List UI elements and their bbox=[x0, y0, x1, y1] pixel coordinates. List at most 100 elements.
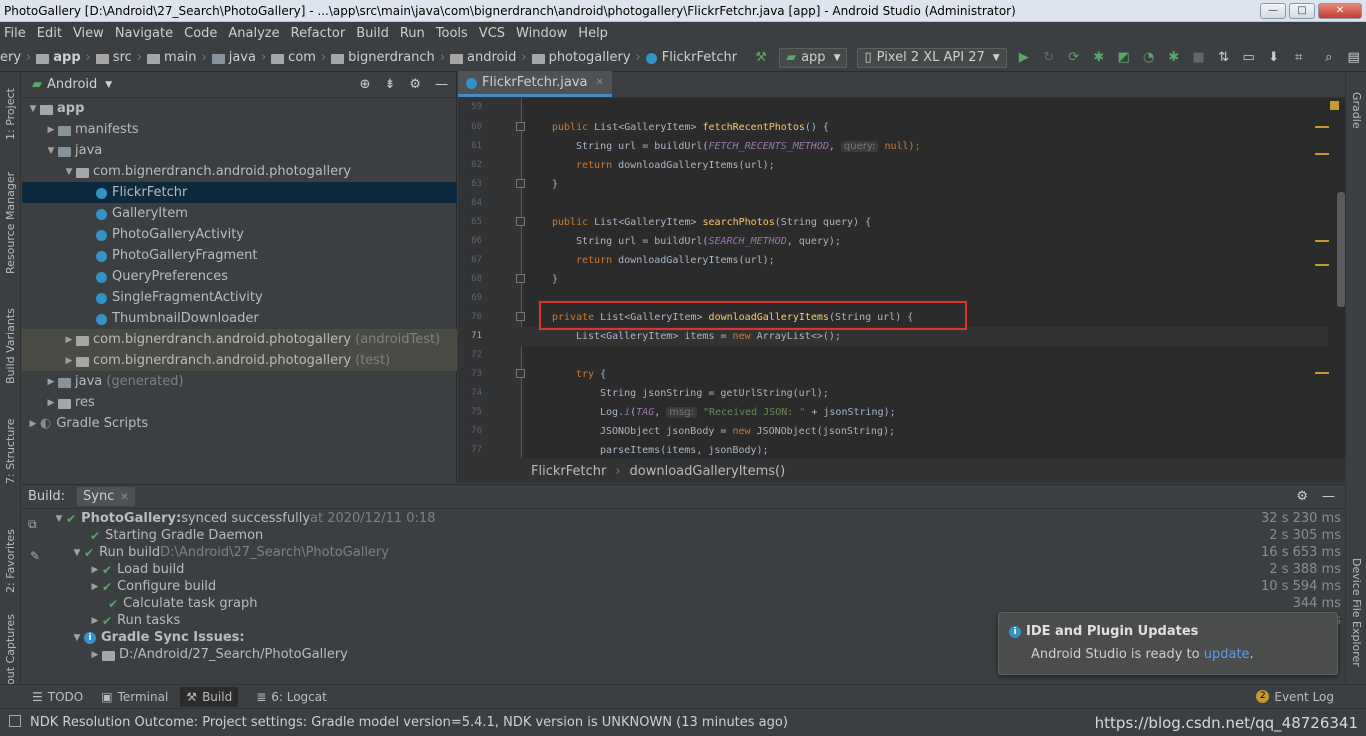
menu-run[interactable]: Run bbox=[400, 26, 425, 41]
tree-item-package-androidtest[interactable]: ▶ com.bignerdranch.android.photogallery (a… bbox=[22, 329, 457, 350]
fold-icon[interactable] bbox=[516, 179, 525, 188]
close-icon[interactable]: ✕ bbox=[120, 492, 128, 503]
tab-captures[interactable]: out Captures bbox=[0, 615, 21, 686]
menu-code[interactable]: Code bbox=[184, 26, 217, 41]
tree-item-galleryitem[interactable]: GalleryItem bbox=[22, 203, 457, 224]
nav-crumb-bignerdranch[interactable]: bignerdranch › bbox=[331, 50, 450, 65]
tab-logcat[interactable]: ≣ 6: Logcat bbox=[256, 690, 327, 704]
tab-build-variants[interactable]: Build Variants bbox=[0, 306, 21, 386]
nav-crumb-flickrfetchr[interactable]: FlickrFetchr bbox=[645, 50, 737, 65]
close-icon[interactable]: ✕ bbox=[596, 77, 604, 88]
tree-item-singlefragmentactivity[interactable]: SingleFragmentActivity bbox=[22, 287, 457, 308]
update-notification[interactable]: i IDE and Plugin Updates Android Studio … bbox=[998, 612, 1338, 675]
gear-icon[interactable]: ⚙ bbox=[409, 77, 421, 92]
tree-item-photogalleryactivity[interactable]: PhotoGalleryActivity bbox=[22, 224, 457, 245]
chevron-down-icon[interactable]: ▼ bbox=[105, 80, 112, 90]
tree-item-package-test[interactable]: ▶ com.bignerdranch.android.photogallery (t… bbox=[22, 350, 457, 371]
tab-project[interactable]: 1: Project bbox=[0, 76, 21, 152]
menu-window[interactable]: Window bbox=[516, 26, 567, 41]
menu-refactor[interactable]: Refactor bbox=[291, 26, 346, 41]
event-log-button[interactable]: 2 Event Log bbox=[1256, 690, 1334, 704]
hammer-icon[interactable]: ⚒ bbox=[753, 50, 769, 66]
tab-todo[interactable]: ☰ TODO bbox=[32, 690, 83, 704]
menu-analyze[interactable]: Analyze bbox=[228, 26, 279, 41]
close-button[interactable]: ✕ bbox=[1318, 2, 1362, 19]
fold-icon[interactable] bbox=[516, 312, 525, 321]
tab-terminal[interactable]: ▣ Terminal bbox=[101, 690, 168, 704]
nav-crumb-android[interactable]: android › bbox=[450, 50, 532, 65]
tab-resource-manager[interactable]: Resource Manager bbox=[0, 168, 21, 278]
tree-item-manifests[interactable]: ▶ manifests bbox=[22, 119, 457, 140]
tab-sync[interactable]: Sync ✕ bbox=[77, 487, 135, 506]
locate-icon[interactable]: ⊕ bbox=[360, 77, 371, 92]
nav-crumb-main[interactable]: main › bbox=[147, 50, 212, 65]
tab-favorites[interactable]: 2: Favorites bbox=[0, 516, 21, 606]
device-select[interactable]: ▯ Pixel 2 XL API 27 ▼ bbox=[857, 47, 1007, 68]
breadcrumb-method[interactable]: downloadGalleryItems() bbox=[630, 464, 786, 479]
coverage-icon[interactable]: ◩ bbox=[1116, 50, 1132, 66]
run-config-select[interactable]: ▰ app ▼ bbox=[779, 47, 848, 68]
nav-crumb-java[interactable]: java › bbox=[211, 50, 271, 65]
fold-icon[interactable] bbox=[516, 274, 525, 283]
collapse-all-icon[interactable]: ⇟ bbox=[384, 77, 395, 92]
tab-build[interactable]: ⚒ Build bbox=[180, 686, 239, 707]
tab-gradle[interactable]: Gradle bbox=[1346, 82, 1366, 138]
tab-device-file-explorer[interactable]: Device File Explorer bbox=[1346, 552, 1366, 672]
hide-icon[interactable]: — bbox=[1322, 489, 1335, 504]
tree-item-java[interactable]: ▼ java bbox=[22, 140, 457, 161]
nav-crumb-photogallery[interactable]: photogallery › bbox=[531, 50, 646, 65]
build-row[interactable]: ✔ Starting Gradle Daemon 2 s 305 ms bbox=[22, 527, 1345, 544]
menu-navigate[interactable]: Navigate bbox=[115, 26, 173, 41]
tree-item-querypreferences[interactable]: QueryPreferences bbox=[22, 266, 457, 287]
tree-item-thumbnaildownloader[interactable]: ThumbnailDownloader bbox=[22, 308, 457, 329]
status-message[interactable]: NDK Resolution Outcome: Project settings… bbox=[30, 715, 788, 730]
sync-gradle-icon[interactable]: ⇅ bbox=[1216, 50, 1232, 66]
nav-crumb-com[interactable]: com › bbox=[271, 50, 331, 65]
debug-icon[interactable]: ✱ bbox=[1091, 50, 1107, 66]
minimize-button[interactable]: — bbox=[1260, 2, 1286, 19]
rerun-icon[interactable]: ↻ bbox=[1041, 50, 1057, 66]
apply-changes-icon[interactable]: ⟳ bbox=[1066, 50, 1082, 66]
build-row-root[interactable]: ▼ ✔ PhotoGallery: synced successfully at 2… bbox=[22, 510, 1345, 527]
nav-crumb-src[interactable]: src › bbox=[95, 50, 147, 65]
project-view-select[interactable]: Android bbox=[47, 77, 97, 92]
profile-icon[interactable]: ◔ bbox=[1141, 50, 1157, 66]
warning-indicator-icon[interactable] bbox=[1330, 101, 1339, 110]
run-icon[interactable]: ▶ bbox=[1016, 50, 1032, 66]
build-row[interactable]: ▼ ✔ Run build D:\Android\27_Search\PhotoGa… bbox=[22, 544, 1345, 561]
tree-item-res[interactable]: ▶ res bbox=[22, 392, 457, 413]
search-icon[interactable]: ⌕ bbox=[1321, 50, 1337, 66]
layout-inspector-icon[interactable]: ⌗ bbox=[1291, 50, 1307, 66]
nav-crumb-project[interactable]: ery › bbox=[0, 50, 36, 65]
build-row[interactable]: ▶ ✔ Configure build 10 s 594 ms bbox=[22, 578, 1345, 595]
fold-icon[interactable] bbox=[516, 369, 525, 378]
update-link[interactable]: update bbox=[1204, 647, 1250, 662]
avd-manager-icon[interactable]: ▭ bbox=[1241, 50, 1257, 66]
gear-icon[interactable]: ⚙ bbox=[1296, 489, 1308, 504]
menu-edit[interactable]: Edit bbox=[37, 26, 62, 41]
tree-item-photogalleryfragment[interactable]: PhotoGalleryFragment bbox=[22, 245, 457, 266]
settings-icon[interactable]: ▤ bbox=[1346, 50, 1362, 66]
menu-build[interactable]: Build bbox=[356, 26, 389, 41]
fold-icon[interactable] bbox=[516, 122, 525, 131]
maximize-button[interactable]: □ bbox=[1289, 2, 1315, 19]
fold-icon[interactable] bbox=[516, 217, 525, 226]
breadcrumb-class[interactable]: FlickrFetchr bbox=[531, 464, 606, 479]
tree-item-app[interactable]: ▼ app bbox=[22, 98, 457, 119]
menu-help[interactable]: Help bbox=[578, 26, 608, 41]
editor-scrollbar[interactable] bbox=[1337, 192, 1345, 307]
stop-icon[interactable]: ■ bbox=[1191, 50, 1207, 66]
menu-vcs[interactable]: VCS bbox=[479, 26, 505, 41]
tab-structure[interactable]: 7: Structure bbox=[0, 416, 21, 486]
tab-flickrfetchr-java[interactable]: FlickrFetchr.java ✕ bbox=[458, 71, 612, 97]
menu-tools[interactable]: Tools bbox=[436, 26, 468, 41]
build-row[interactable]: ▶ ✔ Load build 2 s 388 ms bbox=[22, 561, 1345, 578]
hide-icon[interactable]: — bbox=[435, 77, 448, 92]
menu-view[interactable]: View bbox=[73, 26, 104, 41]
tree-item-flickrfetchr[interactable]: FlickrFetchr bbox=[22, 182, 457, 203]
tree-item-java-generated[interactable]: ▶ java (generated) bbox=[22, 371, 457, 392]
build-row[interactable]: ✔ Calculate task graph 344 ms bbox=[22, 595, 1345, 612]
toggle-tool-windows-icon[interactable] bbox=[9, 715, 21, 727]
menu-file[interactable]: File bbox=[4, 26, 26, 41]
tree-item-package[interactable]: ▼ com.bignerdranch.android.photogallery bbox=[22, 161, 457, 182]
